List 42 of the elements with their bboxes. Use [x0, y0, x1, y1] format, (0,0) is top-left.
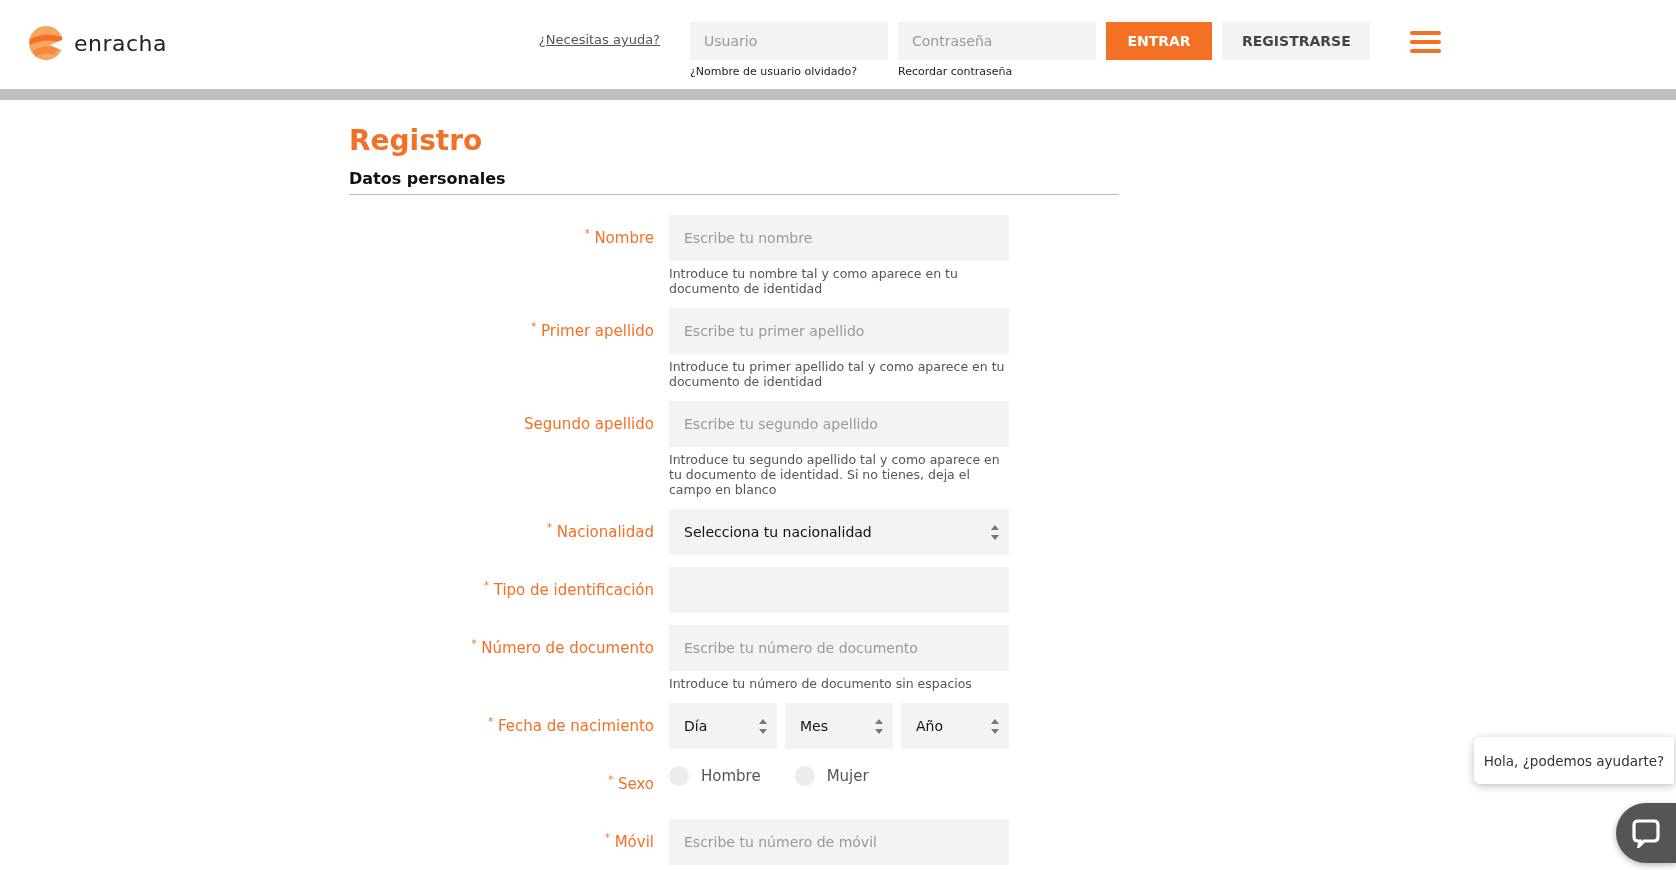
input-field[interactable]: Escribe tu segundo apellido	[669, 401, 1009, 447]
menu-icon[interactable]	[1410, 31, 1441, 53]
help-text: Introduce tu segundo apellido tal y como aparece en tu documento de identidad. Si no tienes, deja el campo en blanco	[669, 452, 1001, 497]
field-label: $^{*}$ Primer apellido	[530, 320, 654, 342]
logo-icon	[28, 25, 64, 61]
up-down-arrows-icon	[991, 524, 999, 540]
link[interactable]: Recordar contraseña	[898, 65, 1096, 78]
select-field[interactable]: Selecciona tu nacionalidad	[669, 509, 1009, 555]
chat-icon	[1632, 818, 1660, 848]
select-field[interactable]: Año	[901, 703, 1009, 749]
help-text: Introduce tu número de documento sin espacios	[669, 676, 973, 691]
chat-button[interactable]	[1616, 803, 1676, 863]
up-down-arrows-icon	[875, 718, 883, 734]
username-field[interactable]: Usuario	[690, 22, 888, 60]
link[interactable]: ¿Nombre de usuario olvidado?	[690, 65, 888, 78]
page-title: Registro	[349, 124, 484, 157]
radio-label[interactable]: Mujer	[826, 767, 869, 785]
section-title: Datos personales	[349, 169, 1119, 195]
help-text: Introduce tu nombre tal y como aparece en tu documento de identidad	[669, 266, 959, 296]
help-link[interactable]: ¿Necesitas ayuda?	[538, 32, 660, 47]
register-button[interactable]: REGISTRARSE	[1222, 22, 1370, 60]
field-label: $^{*}$ Sexo	[607, 773, 654, 795]
select-field[interactable]: Mes	[785, 703, 893, 749]
field-label: $^{*}$ Tipo de identificación	[482, 579, 654, 601]
logo-text: enracha	[74, 30, 168, 56]
input-field[interactable]: Escribe tu nombre	[669, 215, 1009, 261]
field-label: Segundo apellido	[523, 414, 654, 435]
chat-message: Hola, ¿podemos ayudarte?	[1474, 737, 1674, 784]
field-label: $^{*}$ Nombre	[583, 227, 654, 249]
field-label: $^{*}$ Nacionalidad	[545, 521, 654, 543]
input-field[interactable]: Escribe tu primer apellido	[669, 308, 1009, 354]
field-label: $^{*}$ Móvil	[603, 831, 654, 853]
field-label: $^{*}$ Número de documento	[470, 637, 654, 659]
input-field[interactable]: Escribe tu número de documento	[669, 625, 1009, 671]
up-down-arrows-icon	[759, 718, 767, 734]
input-field[interactable]: Escribe tu número de móvil	[669, 819, 1009, 865]
radio-label[interactable]: Hombre	[701, 767, 761, 785]
select-field[interactable]: Día	[669, 703, 777, 749]
password-field[interactable]: Contraseña	[898, 22, 1096, 60]
up-down-arrows-icon	[991, 718, 999, 734]
help-text: Introduce tu primer apellido tal y como aparece en tu documento de identidad	[669, 359, 1006, 389]
field-label: $^{*}$ Fecha de nacimiento	[487, 715, 654, 737]
